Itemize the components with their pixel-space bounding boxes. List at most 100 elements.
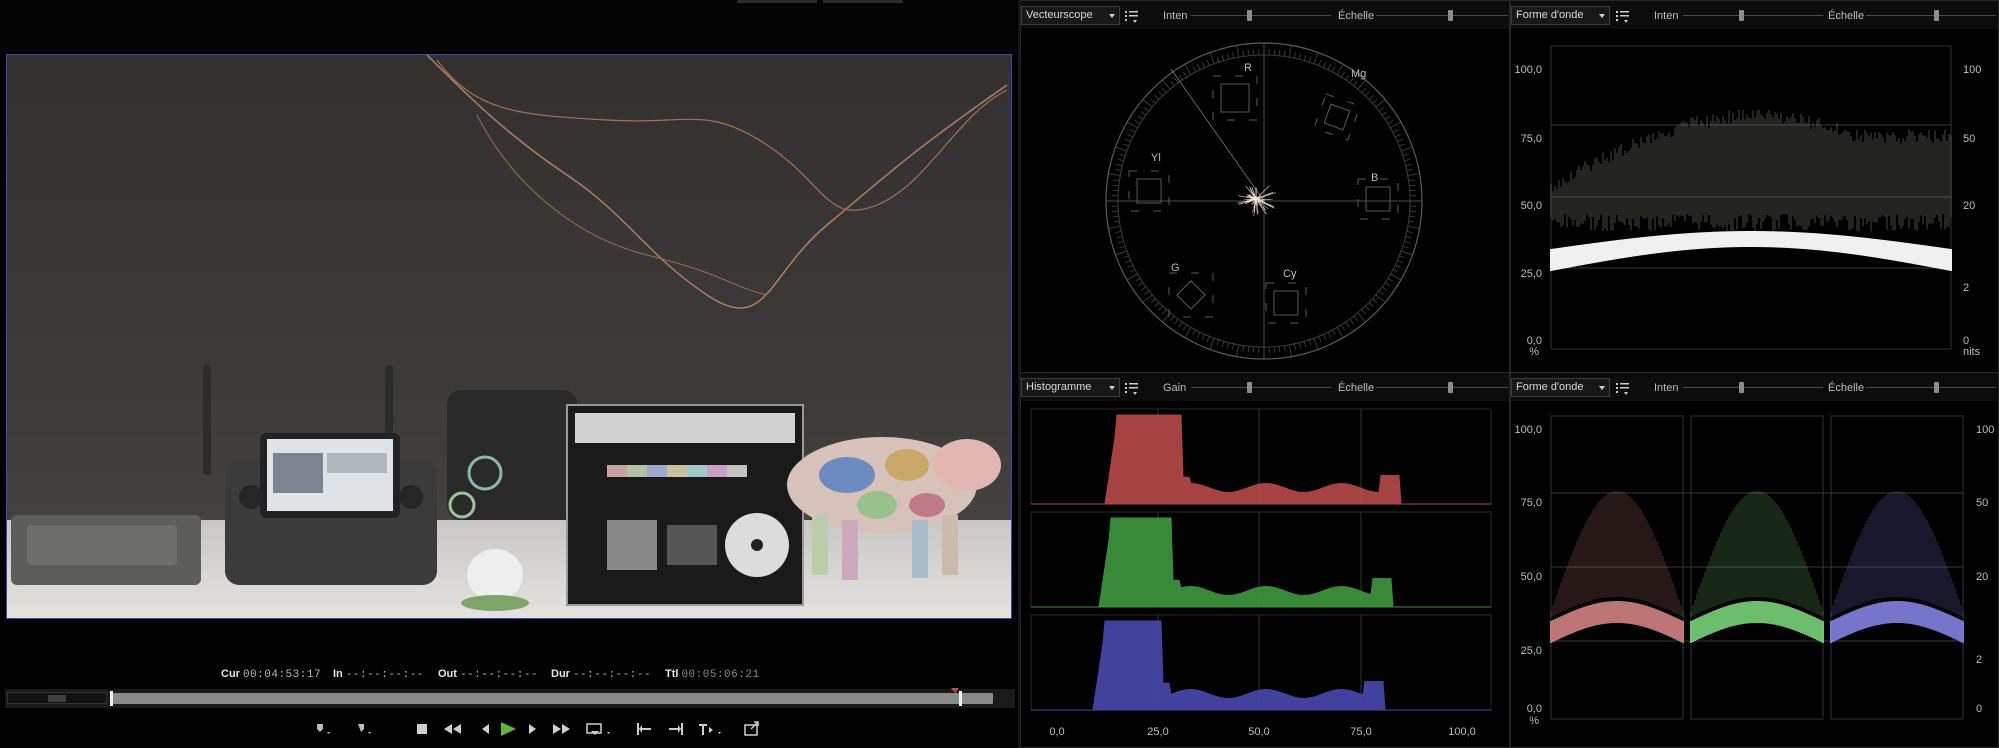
- graticule-tick: [1183, 324, 1187, 331]
- graticule-tick: [1409, 215, 1416, 218]
- nits-tick: 2: [1976, 654, 1982, 666]
- play-icon[interactable]: [496, 718, 520, 740]
- graticule-tick: [1124, 260, 1131, 264]
- intensity-label: Inten: [1654, 382, 1679, 394]
- scale-slider-thumb[interactable]: [1448, 382, 1453, 393]
- graticule-tick: [1368, 95, 1374, 100]
- graticule-tick: [1236, 344, 1240, 357]
- scale-slider[interactable]: [1866, 10, 1996, 21]
- graticule-tick: [1247, 49, 1250, 56]
- viewer-tab[interactable]: [737, 0, 817, 3]
- zoom-segment[interactable]: [48, 695, 66, 702]
- playhead-handle[interactable]: [958, 691, 962, 706]
- graticule-tick: [1405, 235, 1412, 239]
- graticule-tick: [1126, 273, 1138, 281]
- scale-slider-thumb[interactable]: [1448, 10, 1453, 21]
- graticule-tick: [1117, 158, 1124, 162]
- graticule-tick: [1368, 302, 1374, 307]
- waveform-trace: [1550, 109, 1952, 271]
- graticule-tick: [1154, 95, 1160, 100]
- zoom-segments[interactable]: [7, 692, 107, 704]
- graticule-tick: [1154, 302, 1160, 307]
- mark-in-icon[interactable]: [312, 718, 336, 740]
- scope-type-label: Forme d'onde: [1516, 381, 1584, 393]
- nits-tick: 20: [1976, 571, 1988, 583]
- rgb-parade-display: 100,0 75,0 50,0 25,0 0,0 % 100 50 20 2 0: [1511, 401, 1998, 747]
- scale-slider[interactable]: [1376, 382, 1508, 393]
- viewer-toolbar: [0, 0, 1016, 52]
- scale-slider[interactable]: [1376, 10, 1508, 21]
- out-timecode: Out --:--:--:--: [438, 668, 538, 681]
- scope-options-icon[interactable]: [1123, 379, 1141, 397]
- graticule-tick: [1378, 290, 1385, 295]
- scope-options-icon[interactable]: [1614, 379, 1632, 397]
- graticule-tick: [1401, 250, 1413, 256]
- rewind-icon[interactable]: [441, 718, 465, 740]
- scope-type-dropdown[interactable]: Forme d'onde: [1511, 378, 1610, 397]
- graticule-tick: [1313, 52, 1319, 64]
- viewer-tab[interactable]: [823, 0, 903, 3]
- scale-label: Échelle: [1338, 382, 1375, 394]
- graticule-tick: [1183, 71, 1187, 78]
- scope-options-icon[interactable]: [1123, 7, 1141, 25]
- graticule-tick: [1327, 64, 1331, 70]
- timecode-bar: Cur 00:04:53:17 In --:--:--:-- Out --:--:--…: [0, 664, 1016, 686]
- graticule-tick: [1361, 87, 1367, 93]
- graticule-tick: [1134, 278, 1141, 282]
- fast-forward-icon[interactable]: [549, 718, 573, 740]
- intensity-slider[interactable]: [1683, 10, 1823, 21]
- timeline-scrubber[interactable]: [5, 688, 1015, 708]
- export-icon[interactable]: [740, 718, 764, 740]
- vector-label-yl: Yl: [1151, 152, 1161, 164]
- graticule-tick: [1184, 63, 1192, 75]
- gain-slider[interactable]: [1191, 382, 1331, 393]
- timeline-track[interactable]: [113, 693, 993, 704]
- scale-slider-thumb[interactable]: [1934, 10, 1939, 21]
- graticule-tick: [1318, 336, 1322, 343]
- graticule-tick: [1115, 230, 1122, 233]
- scale-slider-thumb[interactable]: [1934, 382, 1939, 393]
- intensity-slider-thumb[interactable]: [1247, 10, 1252, 21]
- stop-icon[interactable]: [410, 718, 434, 740]
- graticule-tick: [1365, 305, 1370, 311]
- intensity-label: Inten: [1654, 10, 1679, 22]
- go-to-in-icon[interactable]: [632, 718, 656, 740]
- intensity-slider-thumb[interactable]: [1739, 10, 1744, 21]
- next-frame-icon[interactable]: [520, 718, 544, 740]
- intensity-slider-thumb[interactable]: [1739, 382, 1744, 393]
- gain-slider-thumb[interactable]: [1247, 382, 1252, 393]
- graticule-tick: [1142, 294, 1153, 303]
- video-preview[interactable]: [6, 54, 1012, 619]
- graticule-tick: [1278, 49, 1281, 56]
- graticule-tick: [1298, 53, 1302, 60]
- graticule-tick: [1390, 121, 1402, 129]
- out-label: Out: [438, 668, 457, 680]
- nits-tick: 50: [1976, 497, 1988, 509]
- y-tick: 50,0: [1521, 571, 1542, 583]
- scope-options-icon[interactable]: [1614, 7, 1632, 25]
- graticule-tick: [1407, 173, 1420, 177]
- scope-type-dropdown[interactable]: Vecteurscope: [1021, 6, 1120, 25]
- graticule-tick: [1232, 52, 1235, 59]
- intensity-slider[interactable]: [1683, 382, 1823, 393]
- mark-out-icon[interactable]: [353, 718, 377, 740]
- insert-icon[interactable]: [696, 718, 728, 740]
- in-label: In: [333, 668, 343, 680]
- nits-tick: 0: [1976, 703, 1982, 715]
- intensity-slider[interactable]: [1191, 10, 1331, 21]
- graticule-tick: [1232, 343, 1235, 350]
- graticule-tick: [1375, 294, 1386, 303]
- scope-type-dropdown[interactable]: Forme d'onde: [1511, 6, 1610, 25]
- prev-frame-icon[interactable]: [474, 718, 498, 740]
- graticule-tick: [1170, 80, 1175, 87]
- scale-slider[interactable]: [1866, 382, 1996, 393]
- go-to-out-icon[interactable]: [664, 718, 688, 740]
- graticule-tick: [1406, 169, 1413, 172]
- scope-type-dropdown[interactable]: Histogramme: [1021, 378, 1120, 397]
- graticule-tick: [1288, 344, 1292, 357]
- histogram-channel: [1031, 620, 1491, 711]
- playback-mode-icon[interactable]: [584, 718, 618, 740]
- graticule-tick: [1216, 339, 1220, 346]
- graticule-tick: [1112, 215, 1119, 218]
- graticule-tick: [1381, 111, 1388, 116]
